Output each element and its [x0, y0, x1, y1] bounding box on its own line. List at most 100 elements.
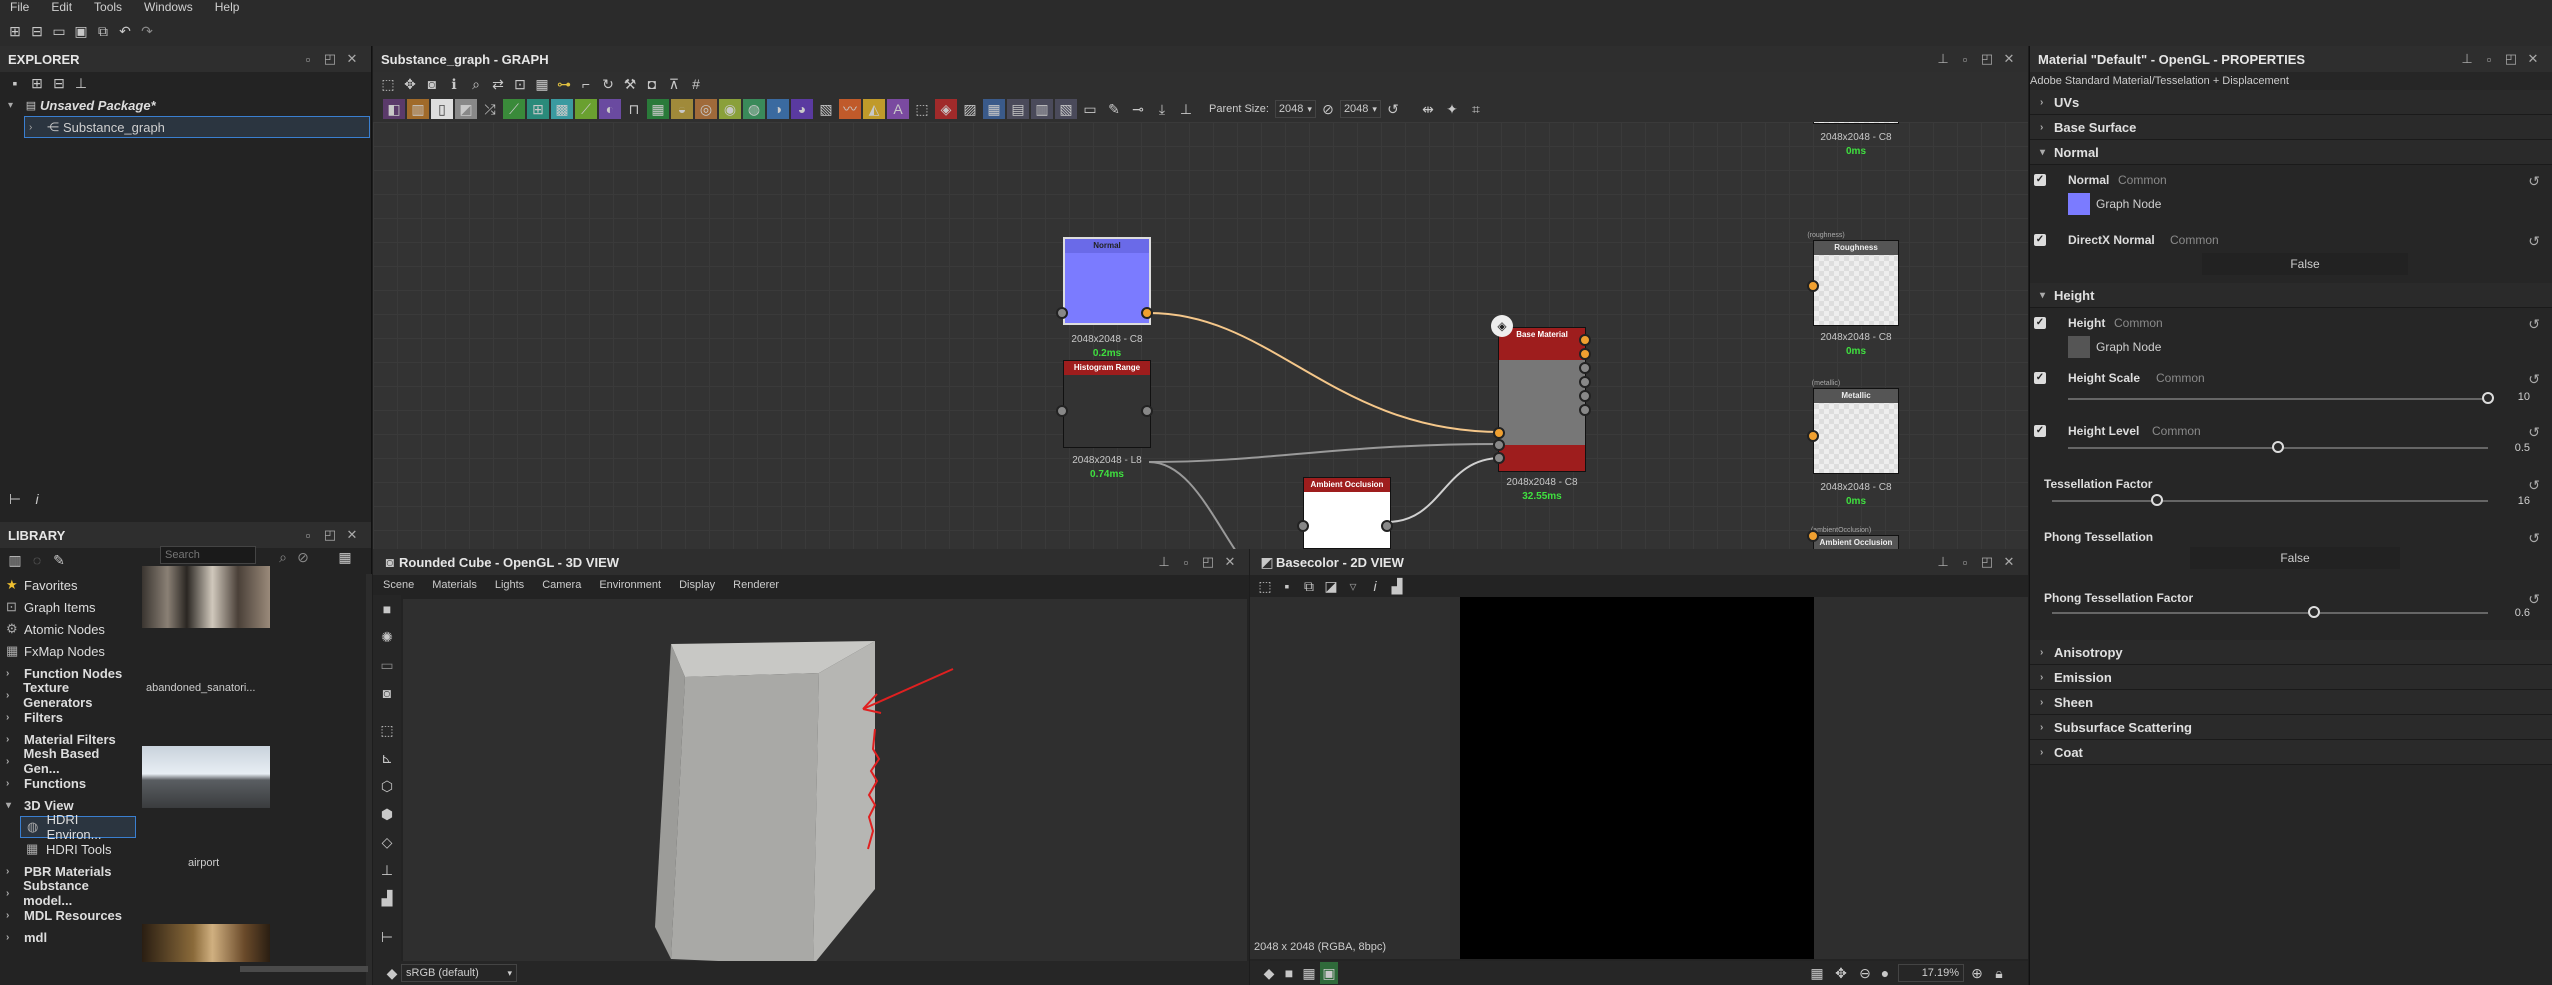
- grid-icon[interactable]: #: [685, 73, 707, 95]
- reset-icon[interactable]: ↺: [2528, 591, 2540, 608]
- menu-file[interactable]: File: [10, 0, 29, 16]
- library-search-input[interactable]: [160, 546, 256, 564]
- port[interactable]: [1493, 439, 1505, 451]
- undo-icon[interactable]: ↶: [114, 20, 136, 42]
- node-icon[interactable]: ▨: [959, 99, 981, 119]
- save-icon[interactable]: ▪: [4, 72, 26, 94]
- edit-icon[interactable]: ✎: [48, 549, 70, 571]
- node-icon[interactable]: ▤: [1007, 99, 1029, 119]
- float-icon[interactable]: ▫: [1954, 52, 1976, 67]
- filter-icon[interactable]: ◌: [26, 549, 48, 571]
- pin-icon[interactable]: ⊥: [1175, 99, 1197, 119]
- light-icon[interactable]: ✺: [376, 626, 398, 648]
- connect-icon[interactable]: ⊶: [553, 73, 575, 95]
- port[interactable]: [1056, 307, 1068, 319]
- size-dropdown[interactable]: 2048 ▾: [1339, 100, 1381, 118]
- camera-icon[interactable]: ◙: [421, 73, 443, 95]
- menu-tools[interactable]: Tools: [94, 0, 122, 16]
- parent-size-dropdown[interactable]: 2048 ▾: [1274, 100, 1316, 118]
- node-ambient-occlusion[interactable]: Ambient Occlusion (HB...: [1303, 477, 1391, 549]
- zoom-input[interactable]: 17.19%: [1898, 964, 1964, 982]
- link-size-icon[interactable]: ⊘: [1318, 98, 1338, 120]
- lib-cat-fxmap-nodes[interactable]: ▦ FxMap Nodes: [0, 640, 136, 662]
- comment-icon[interactable]: ✎: [1103, 99, 1125, 119]
- port[interactable]: [1141, 405, 1153, 417]
- zoom-dot-icon[interactable]: ●: [1874, 962, 1896, 984]
- section-subsurface-scattering[interactable]: › Subsurface Scattering: [2030, 715, 2552, 740]
- node-icon[interactable]: ◒: [671, 99, 693, 119]
- new-icon[interactable]: ⊞: [26, 72, 48, 94]
- tree-icon[interactable]: ⊢: [376, 926, 398, 948]
- node-base-material[interactable]: Base Material: [1498, 327, 1586, 472]
- snapshot-icon[interactable]: ◘: [641, 73, 663, 95]
- frame-icon[interactable]: ⊸: [1127, 99, 1149, 119]
- port[interactable]: [1493, 452, 1505, 464]
- maximize-icon[interactable]: ◰: [1976, 554, 1998, 570]
- port[interactable]: [1579, 404, 1591, 416]
- info-icon[interactable]: i: [26, 488, 48, 510]
- clean-icon[interactable]: ⊥: [70, 72, 92, 94]
- section-uvs[interactable]: › UVs: [2030, 90, 2552, 115]
- reset-icon[interactable]: ↺: [2528, 316, 2540, 333]
- node-icon[interactable]: ◑: [767, 99, 789, 119]
- chevron-down-icon[interactable]: ▾: [8, 100, 22, 111]
- cycle-icon[interactable]: ↻: [597, 73, 619, 95]
- reset-icon[interactable]: ↺: [2528, 424, 2540, 441]
- directx-toggle[interactable]: False: [2202, 253, 2408, 275]
- node-output-top[interactable]: [1813, 122, 1899, 124]
- menu-environment[interactable]: Environment: [599, 579, 661, 591]
- asset-thumbnail-third[interactable]: [142, 924, 270, 962]
- reset-icon[interactable]: ↺: [2528, 371, 2540, 388]
- prop-value[interactable]: 16: [2518, 495, 2530, 507]
- port[interactable]: [1579, 376, 1591, 388]
- node-ambient-occlusion-output[interactable]: Ambient Occlusion: [1813, 535, 1899, 549]
- close-icon[interactable]: ✕: [1998, 51, 2020, 67]
- node-icon[interactable]: ▧: [1055, 99, 1077, 119]
- height-swatch[interactable]: [2068, 336, 2090, 358]
- checkbox-height-scale[interactable]: ✓: [2034, 372, 2046, 384]
- colorspace-dropdown[interactable]: sRGB (default) ▾: [401, 964, 517, 982]
- lib-icon[interactable]: ▥: [4, 549, 26, 571]
- node-icon[interactable]: ⟋: [575, 99, 597, 119]
- maximize-icon[interactable]: ◰: [319, 51, 341, 67]
- folder-icon[interactable]: ⊟: [48, 72, 70, 94]
- new-graph-icon[interactable]: ⊟: [26, 20, 48, 42]
- move-icon[interactable]: ✥: [1830, 962, 1852, 984]
- menu-materials[interactable]: Materials: [432, 579, 477, 591]
- node-icon[interactable]: ◉: [719, 99, 741, 119]
- save-all-icon[interactable]: ⧉: [92, 20, 114, 42]
- reset-icon[interactable]: ↺: [2528, 233, 2540, 250]
- env-icon[interactable]: ▭: [376, 654, 398, 676]
- section-anisotropy[interactable]: › Anisotropy: [2030, 640, 2552, 665]
- slider-knob[interactable]: [2307, 606, 2320, 618]
- port[interactable]: [1141, 307, 1153, 319]
- node-icon[interactable]: ◐: [599, 99, 621, 119]
- port[interactable]: [1297, 520, 1309, 532]
- node-icon[interactable]: ◈: [935, 99, 957, 119]
- pin-icon[interactable]: ⊥: [2456, 51, 2478, 67]
- node-metallic[interactable]: Metallic: [1813, 388, 1899, 474]
- slider-knob[interactable]: [2150, 494, 2163, 506]
- float-icon[interactable]: ▫: [2478, 52, 2500, 67]
- node-icon[interactable]: ◍: [743, 99, 765, 119]
- viewport-3d[interactable]: [403, 599, 1247, 961]
- node-icon[interactable]: ⟋: [503, 99, 525, 119]
- phong-factor-slider[interactable]: [2052, 612, 2488, 614]
- node-icon[interactable]: ▦: [983, 99, 1005, 119]
- lib-cat-atomic-nodes[interactable]: ⚙ Atomic Nodes: [0, 618, 136, 640]
- copy-icon[interactable]: ⧉: [1298, 575, 1320, 597]
- link-icon[interactable]: ⇄: [487, 73, 509, 95]
- export-icon[interactable]: ⤓: [1151, 99, 1173, 119]
- uv-icon[interactable]: ▿: [1342, 575, 1364, 597]
- move-icon[interactable]: ✥: [399, 73, 421, 95]
- info-icon[interactable]: ℹ: [443, 73, 465, 95]
- pin-icon[interactable]: ⊥: [1153, 554, 1175, 570]
- node-icon[interactable]: 〰: [839, 99, 861, 119]
- comment-icon[interactable]: ▭: [1079, 99, 1101, 119]
- float-icon[interactable]: ▫: [297, 52, 319, 67]
- node-icon[interactable]: ◧: [383, 99, 405, 119]
- chevron-right-icon[interactable]: ›: [29, 122, 43, 133]
- close-icon[interactable]: ✕: [1219, 554, 1241, 570]
- float-icon[interactable]: ▫: [297, 528, 319, 543]
- section-coat[interactable]: › Coat: [2030, 740, 2552, 765]
